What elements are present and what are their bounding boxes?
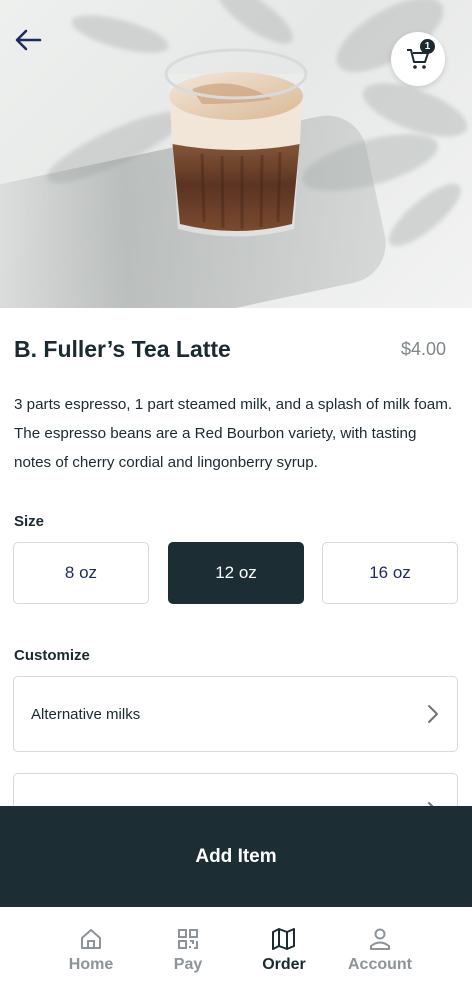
- cart-count-badge: 1: [420, 39, 435, 54]
- back-button[interactable]: [10, 22, 46, 58]
- customize-section-label: Customize: [14, 647, 90, 664]
- product-description: 3 parts espresso, 1 part steamed milk, a…: [14, 396, 453, 471]
- nav-item-pay[interactable]: Pay: [143, 927, 233, 974]
- nav-label-account: Account: [348, 956, 412, 973]
- size-section-label: Size: [14, 513, 45, 530]
- product-header: B. Fuller’s Tea Latte $4.00: [14, 336, 446, 363]
- map-icon: [272, 928, 295, 950]
- latte-glass-illustration: [164, 48, 308, 237]
- product-title: B. Fuller’s Tea Latte: [14, 336, 231, 362]
- product-price: $4.00: [400, 339, 446, 359]
- chevron-right-icon: [428, 705, 438, 723]
- cart-button[interactable]: 1: [391, 32, 445, 86]
- size-selector: 8 oz 12 oz 16 oz: [13, 542, 458, 604]
- qr-code-icon: [178, 929, 198, 949]
- nav-label-home: Home: [68, 956, 114, 973]
- nav-item-account[interactable]: Account: [335, 927, 425, 974]
- size-option-12oz[interactable]: 12 oz: [168, 542, 304, 604]
- nav-item-home[interactable]: Home: [46, 927, 136, 974]
- size-option-16oz[interactable]: 16 oz: [322, 542, 458, 604]
- nav-label-order: Order: [262, 956, 306, 973]
- customize-alternative-milks[interactable]: Alternative milks: [13, 676, 458, 752]
- arrow-left-icon: [15, 29, 42, 51]
- nav-item-order[interactable]: Order: [239, 927, 329, 974]
- home-icon: [81, 929, 101, 949]
- nav-label-pay: Pay: [173, 956, 203, 973]
- bottom-navigation: Home Pay Order Account: [0, 907, 472, 1006]
- add-item-button[interactable]: Add Item: [0, 806, 472, 907]
- customize-item-label: Alternative milks: [31, 705, 141, 723]
- user-icon: [370, 928, 390, 950]
- product-hero-image: 1: [0, 0, 472, 308]
- size-option-8oz[interactable]: 8 oz: [13, 542, 149, 604]
- add-item-label: Add Item: [195, 845, 277, 867]
